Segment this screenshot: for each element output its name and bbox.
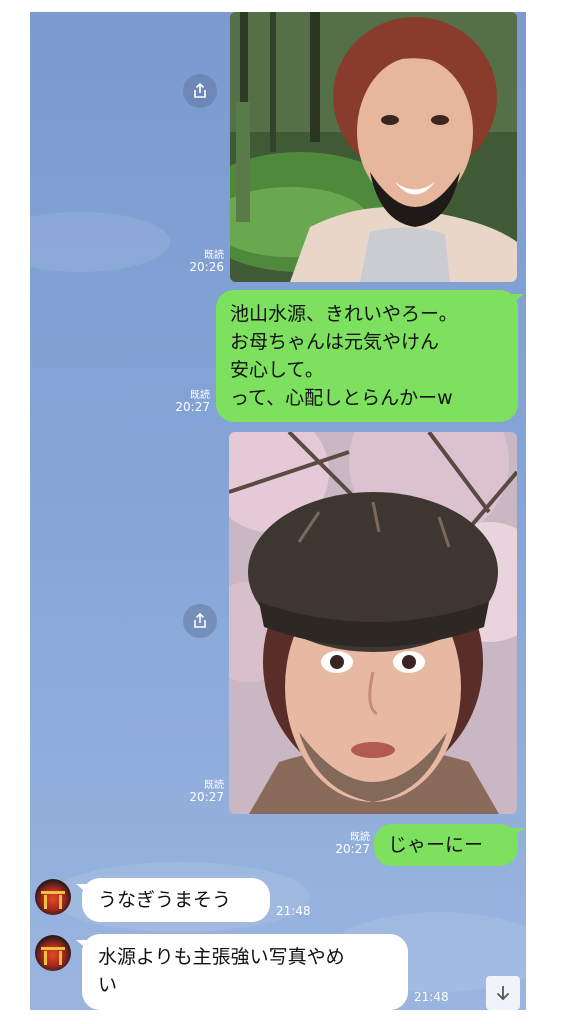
- share-icon: [194, 82, 206, 98]
- message-meta: 既読 20:26: [180, 250, 224, 274]
- photo-cap-selfie[interactable]: [229, 432, 517, 814]
- share-button[interactable]: [183, 74, 217, 108]
- chat-area[interactable]: 既読 20:26 既読 20:27 池山水源、きれいやろー。 お母ちゃんは元気や…: [30, 12, 526, 1010]
- photo-forest-selfie[interactable]: [230, 12, 517, 282]
- message-line: 安心して。: [230, 359, 324, 381]
- avatar[interactable]: [35, 935, 71, 971]
- chat-bubble-incoming[interactable]: 水源よりも主張強い写真やめ い: [76, 934, 408, 1010]
- message-line: お母ちゃんは元気やけん: [230, 331, 440, 353]
- avatar[interactable]: [35, 879, 71, 915]
- message-line: 水源よりも主張強い写真やめ: [98, 946, 345, 968]
- message-line: じゃーにー: [388, 834, 484, 856]
- arrow-down-icon: [496, 986, 510, 1001]
- chat-bubble-incoming[interactable]: うなぎうまそう: [76, 878, 270, 922]
- message-line: 池山水源、きれいやろー。: [230, 303, 458, 325]
- message-time: 21:48: [276, 904, 311, 918]
- share-button[interactable]: [183, 604, 217, 638]
- scroll-to-bottom-button[interactable]: [486, 976, 520, 1010]
- message-line: って、心配しとらんかーw: [230, 387, 453, 409]
- chat-bubble-outgoing[interactable]: 池山水源、きれいやろー。 お母ちゃんは元気やけん 安心して。 って、心配しとらん…: [216, 290, 524, 422]
- message-meta: 既読 20:27: [180, 780, 224, 804]
- message-line: うなぎうまそう: [98, 889, 232, 911]
- message-time: 20:27: [335, 842, 370, 856]
- screenshot-frame: 既読 20:26 既読 20:27 池山水源、きれいやろー。 お母ちゃんは元気や…: [0, 0, 577, 1024]
- chat-bubble-outgoing[interactable]: じゃーにー: [374, 824, 524, 866]
- message-time: 21:48: [414, 990, 449, 1004]
- message-meta: 既読 20:27: [166, 390, 210, 414]
- background-cloud: [30, 212, 170, 272]
- message-meta: 既読 20:27: [326, 832, 370, 856]
- message-time: 20:27: [189, 790, 224, 804]
- message-line: い: [98, 974, 118, 996]
- share-icon: [194, 612, 206, 628]
- message-time: 20:26: [189, 260, 224, 274]
- message-time: 20:27: [175, 400, 210, 414]
